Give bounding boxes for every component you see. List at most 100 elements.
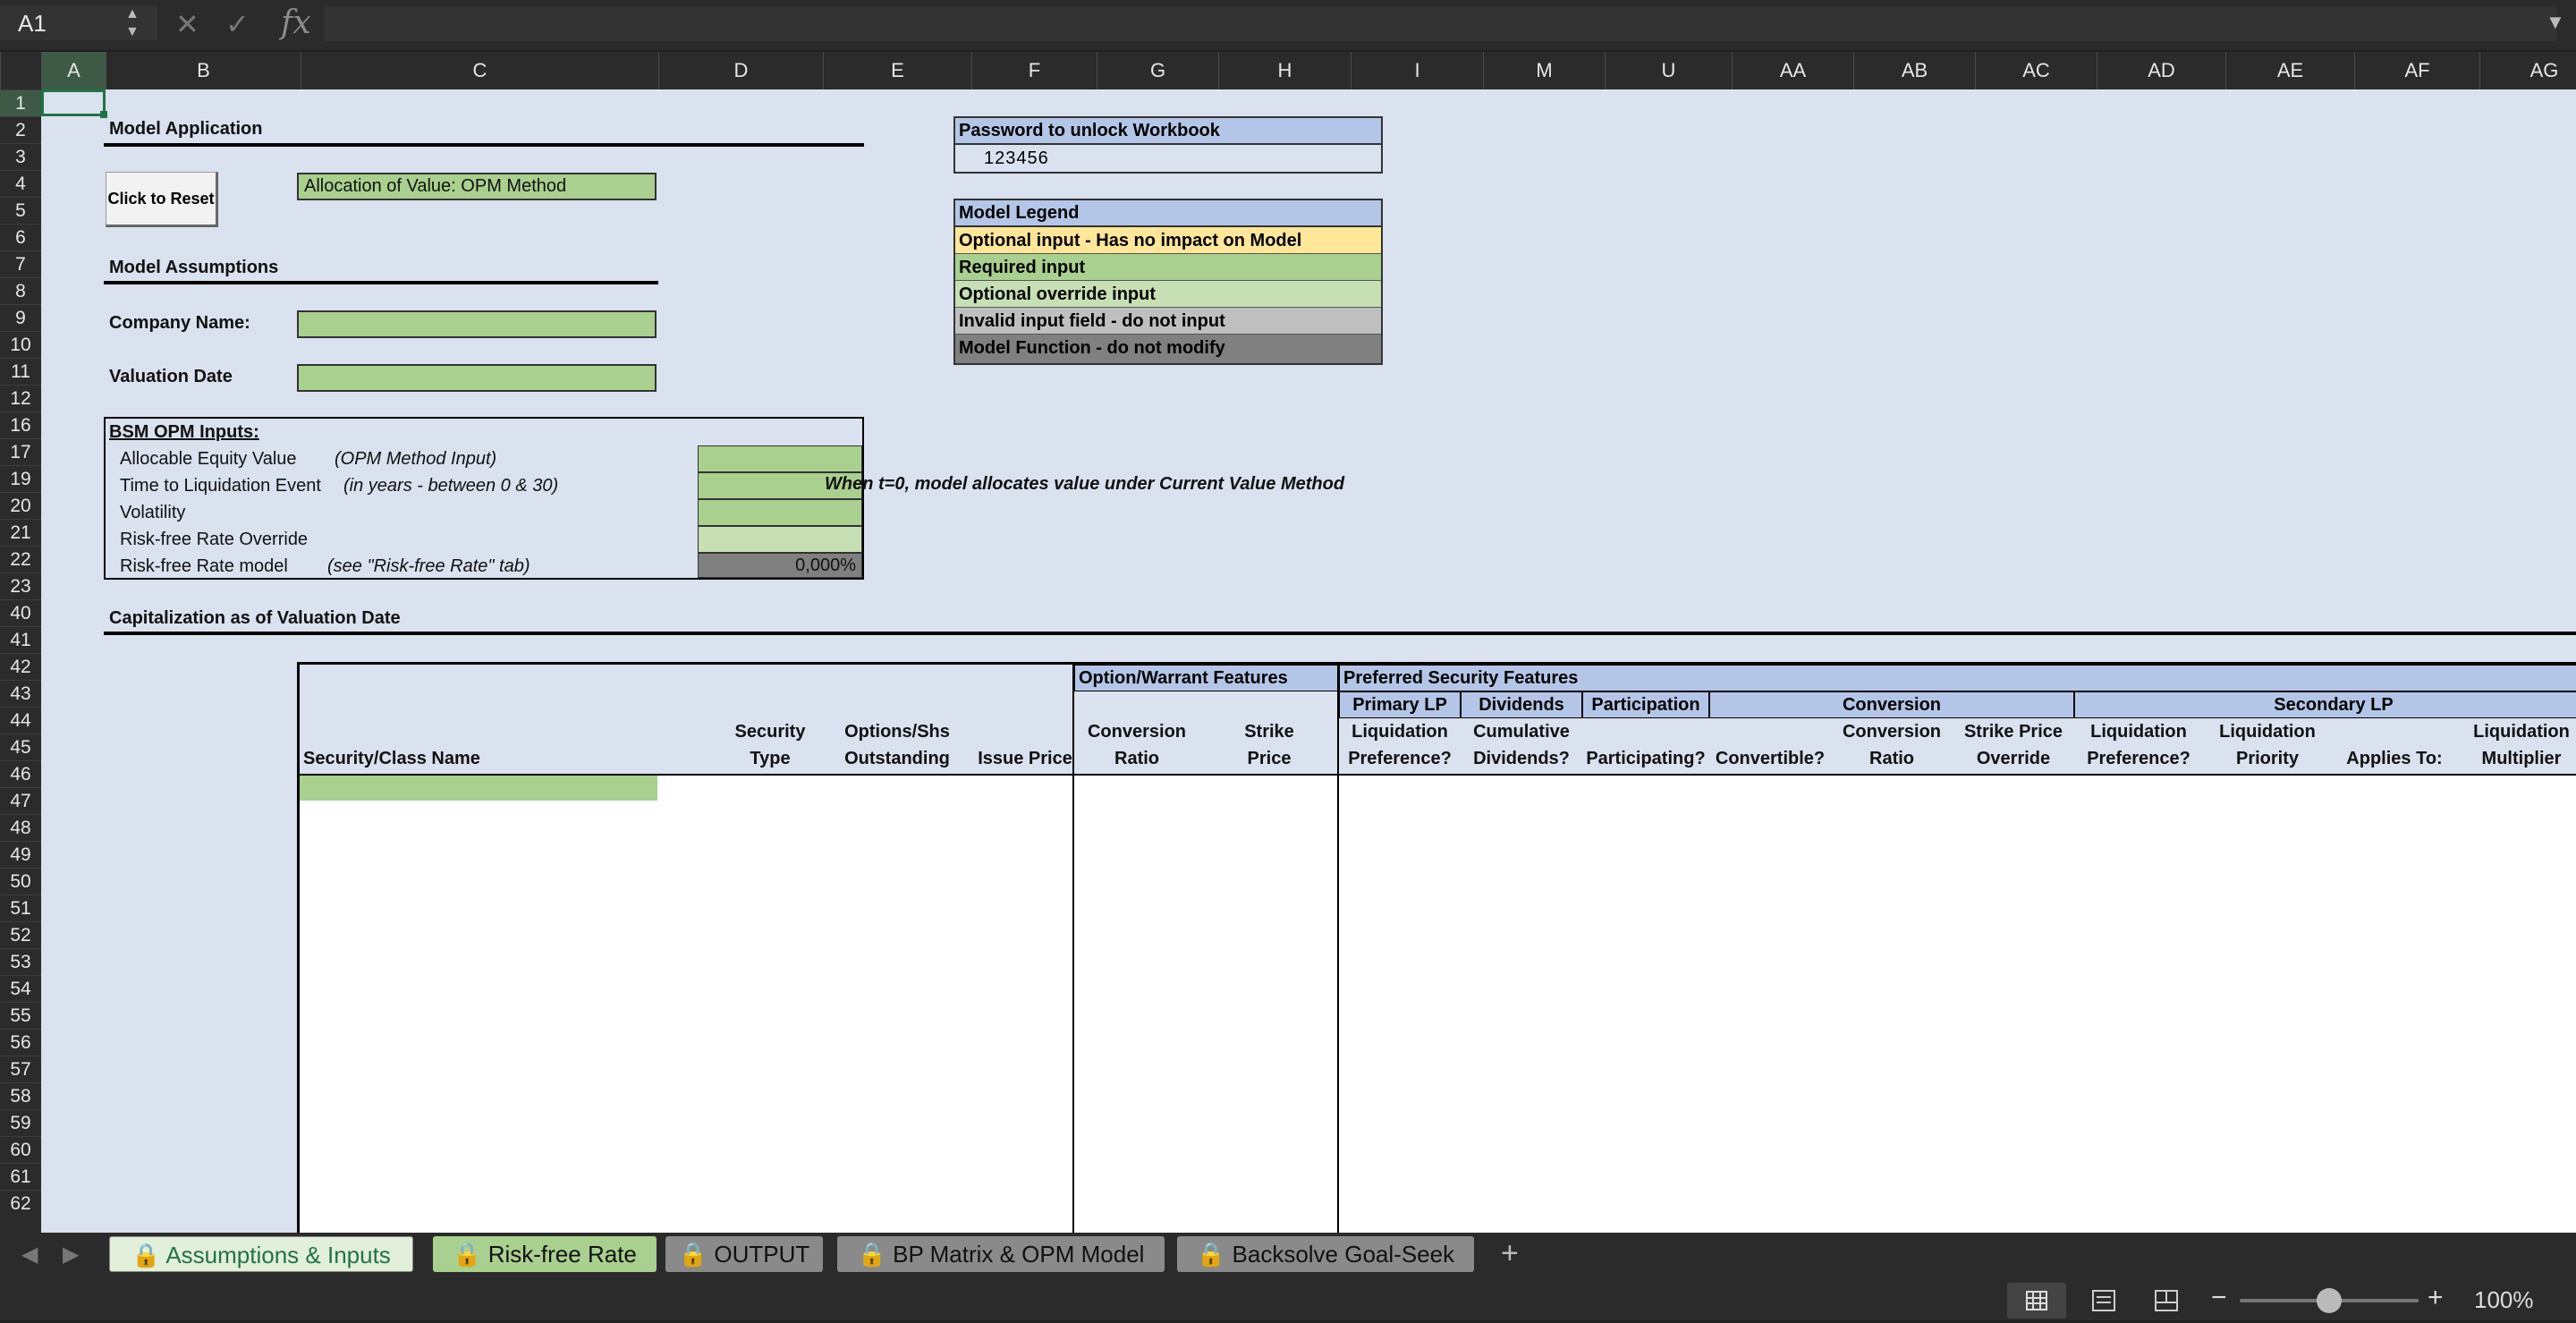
tab-bp-matrix[interactable]: 🔒 BP Matrix & OPM Model <box>837 1236 1165 1272</box>
column-header-i[interactable]: I <box>1351 52 1483 89</box>
row-header-11[interactable]: 11 <box>0 358 41 385</box>
convertible-header: Convertible? <box>1715 749 1826 768</box>
normal-view-button[interactable] <box>2007 1283 2066 1319</box>
method-select[interactable]: Allocation of Value: OPM Method <box>297 173 657 200</box>
row-header-6[interactable]: 6 <box>0 224 41 250</box>
row-header-7[interactable]: 7 <box>0 250 41 277</box>
formula-input[interactable] <box>324 7 2556 41</box>
worksheet[interactable]: Model Application Click to Reset Allocat… <box>41 89 2576 1233</box>
column-header-e[interactable]: E <box>823 52 971 89</box>
risk-free-override-input[interactable] <box>698 526 862 553</box>
security-name-input[interactable] <box>300 776 657 801</box>
row-header-41[interactable]: 41 <box>0 626 41 653</box>
row-header-3[interactable]: 3 <box>0 143 41 170</box>
volatility-input[interactable] <box>698 499 862 526</box>
tab-backsolve[interactable]: 🔒 Backsolve Goal-Seek <box>1177 1236 1474 1272</box>
row-header-43[interactable]: 43 <box>0 680 41 707</box>
row-header-2[interactable]: 2 <box>0 116 41 143</box>
row-header-61[interactable]: 61 <box>0 1163 41 1190</box>
row-header-56[interactable]: 56 <box>0 1029 41 1056</box>
zoom-out-button[interactable]: − <box>2211 1283 2227 1313</box>
close-icon[interactable]: ✕ <box>175 7 199 41</box>
row-header-9[interactable]: 9 <box>0 304 41 331</box>
column-header-ae[interactable]: AE <box>2225 52 2354 89</box>
zoom-slider[interactable] <box>2240 1288 2419 1313</box>
column-header-ab[interactable]: AB <box>1853 52 1975 89</box>
column-header-c[interactable]: C <box>301 52 658 89</box>
row-header-20[interactable]: 20 <box>0 492 41 519</box>
row-header-58[interactable]: 58 <box>0 1082 41 1109</box>
zoom-level[interactable]: 100% <box>2474 1286 2534 1314</box>
liq-multiplier-header-1: Liquidation <box>2473 722 2570 742</box>
row-header-1[interactable]: 1 <box>0 89 41 116</box>
zoom-in-button[interactable]: + <box>2428 1283 2444 1313</box>
row-header-55[interactable]: 55 <box>0 1002 41 1029</box>
row-header-48[interactable]: 48 <box>0 814 41 841</box>
row-header-42[interactable]: 42 <box>0 653 41 680</box>
column-header-h[interactable]: H <box>1218 52 1351 89</box>
column-header-b[interactable]: B <box>106 52 301 89</box>
check-icon[interactable]: ✓ <box>225 7 250 41</box>
row-header-51[interactable]: 51 <box>0 895 41 921</box>
row-header-5[interactable]: 5 <box>0 197 41 224</box>
row-header-45[interactable]: 45 <box>0 734 41 760</box>
row-header-19[interactable]: 19 <box>0 465 41 492</box>
next-sheet-icon[interactable]: ▶ <box>63 1242 79 1268</box>
liq-priority-header-2: Priority <box>2235 749 2300 768</box>
select-all-corner[interactable] <box>0 52 41 89</box>
row-header-52[interactable]: 52 <box>0 921 41 948</box>
row-header-50[interactable]: 50 <box>0 868 41 895</box>
model-legend: Model Legend Optional input - Has no imp… <box>953 199 1383 365</box>
column-header-af[interactable]: AF <box>2354 52 2479 89</box>
expand-formula-icon[interactable]: ▼ <box>2546 11 2565 34</box>
column-header-ad[interactable]: AD <box>2097 52 2225 89</box>
allocable-equity-input[interactable] <box>698 445 862 472</box>
column-header-u[interactable]: U <box>1605 52 1732 89</box>
row-header-60[interactable]: 60 <box>0 1136 41 1163</box>
row-header-16[interactable]: 16 <box>0 411 41 438</box>
row-header-21[interactable]: 21 <box>0 519 41 546</box>
row-header-40[interactable]: 40 <box>0 599 41 626</box>
prev-sheet-icon[interactable]: ◀ <box>21 1242 38 1268</box>
column-header-a[interactable]: A <box>41 52 106 89</box>
row-header-49[interactable]: 49 <box>0 841 41 868</box>
column-header-g[interactable]: G <box>1097 52 1218 89</box>
row-header-23[interactable]: 23 <box>0 572 41 599</box>
column-header-ag[interactable]: AG <box>2479 52 2576 89</box>
tab-assumptions-inputs[interactable]: 🔒 Assumptions & Inputs <box>109 1236 413 1272</box>
row-header-17[interactable]: 17 <box>0 438 41 465</box>
password-value: 123456 <box>955 145 1381 172</box>
name-box-stepper-icon[interactable]: ▲ ▼ <box>125 5 140 41</box>
row-header-12[interactable]: 12 <box>0 385 41 411</box>
column-header-f[interactable]: F <box>971 52 1097 89</box>
reset-button[interactable]: Click to Reset <box>106 172 218 227</box>
row-header-22[interactable]: 22 <box>0 546 41 572</box>
column-header-m[interactable]: M <box>1483 52 1605 89</box>
tab-risk-free-rate[interactable]: 🔒 Risk-free Rate <box>433 1236 657 1272</box>
column-header-ac[interactable]: AC <box>1975 52 2097 89</box>
row-header-54[interactable]: 54 <box>0 975 41 1002</box>
row-header-46[interactable]: 46 <box>0 760 41 787</box>
valuation-date-input[interactable] <box>297 364 657 392</box>
function-icon[interactable]: fx <box>281 5 311 41</box>
page-layout-button[interactable] <box>2077 1283 2131 1319</box>
row-header-62[interactable]: 62 <box>0 1190 41 1217</box>
fill-handle[interactable] <box>100 111 107 118</box>
column-header-aa[interactable]: AA <box>1732 52 1853 89</box>
row-header-57[interactable]: 57 <box>0 1056 41 1082</box>
page-break-button[interactable] <box>2140 1283 2193 1319</box>
row-header-47[interactable]: 47 <box>0 787 41 814</box>
zoom-slider-thumb[interactable] <box>2317 1288 2342 1313</box>
selected-cell-a1[interactable] <box>41 89 106 116</box>
company-name-input[interactable] <box>297 310 657 338</box>
pref-conversion-ratio-header-2: Ratio <box>1869 749 1914 768</box>
row-header-4[interactable]: 4 <box>0 170 41 197</box>
column-header-d[interactable]: D <box>658 52 823 89</box>
tab-output[interactable]: 🔒 OUTPUT <box>665 1236 823 1272</box>
row-header-10[interactable]: 10 <box>0 331 41 358</box>
row-header-53[interactable]: 53 <box>0 948 41 975</box>
row-header-59[interactable]: 59 <box>0 1109 41 1136</box>
add-sheet-button[interactable]: + <box>1501 1236 1519 1271</box>
row-header-44[interactable]: 44 <box>0 707 41 734</box>
row-header-8[interactable]: 8 <box>0 277 41 304</box>
